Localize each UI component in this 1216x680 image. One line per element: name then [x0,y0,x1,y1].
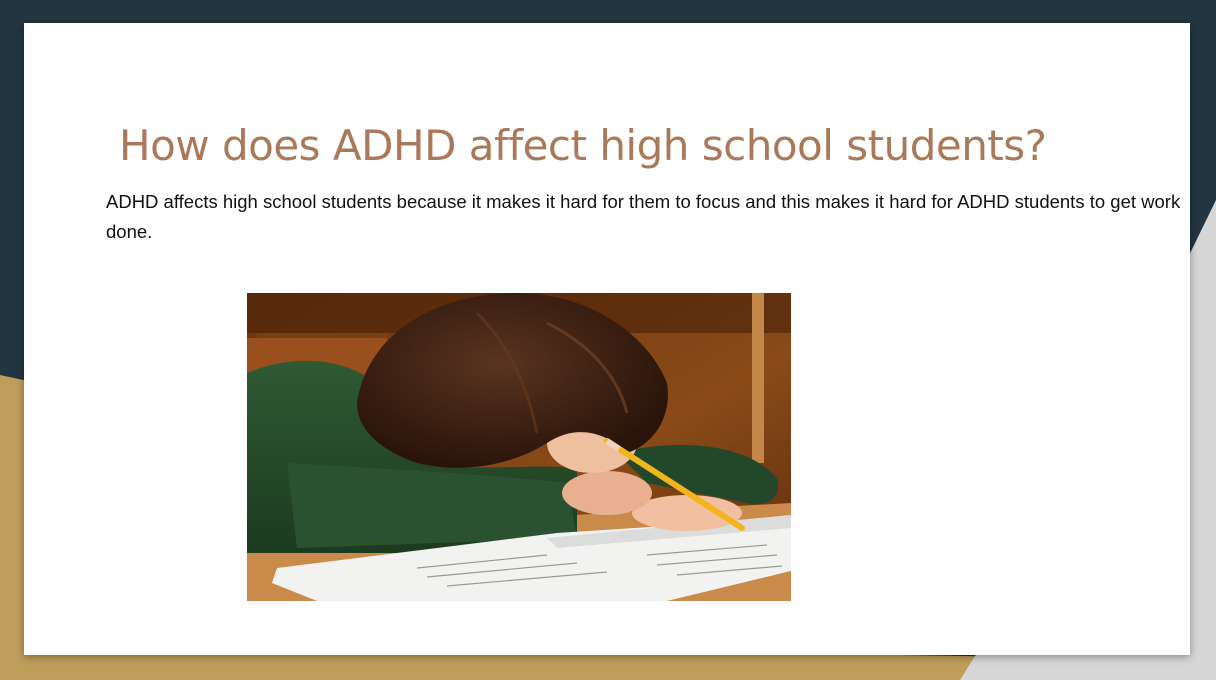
slide-photo[interactable] [247,293,791,601]
student-writing-photo [247,293,791,601]
slide-title[interactable]: How does ADHD affect high school student… [119,121,1047,170]
presentation-stage: How does ADHD affect high school student… [0,0,1216,680]
slide-canvas[interactable]: How does ADHD affect high school student… [24,23,1190,655]
slide-body-text[interactable]: ADHD affects high school students becaus… [106,187,1206,247]
